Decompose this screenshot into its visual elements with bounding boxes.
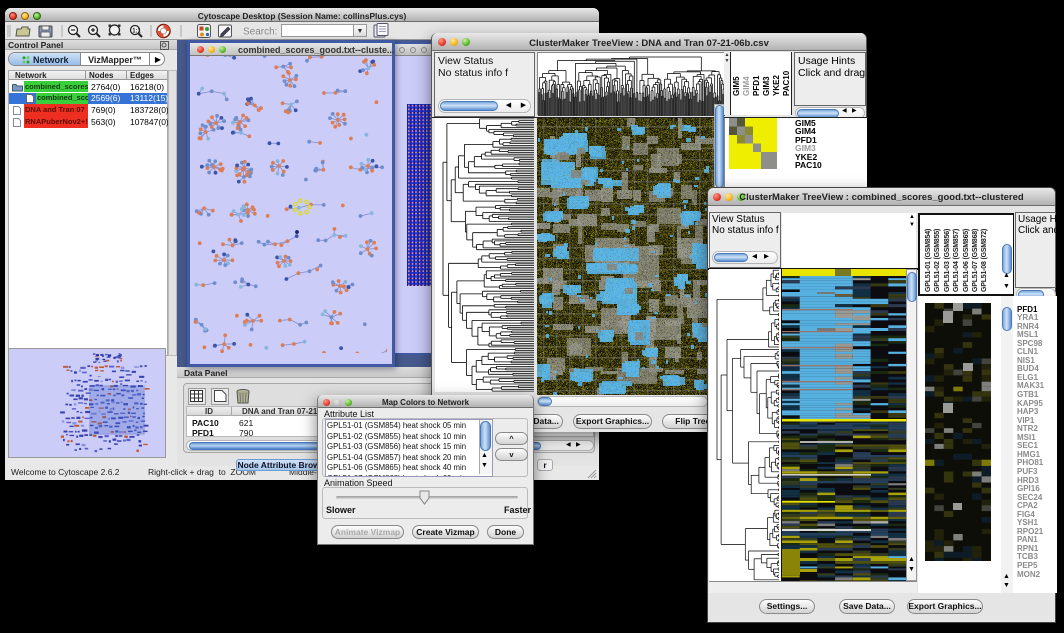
svg-text:Search:: Search: bbox=[243, 27, 277, 38]
svg-text:1:1: 1:1 bbox=[132, 29, 141, 35]
